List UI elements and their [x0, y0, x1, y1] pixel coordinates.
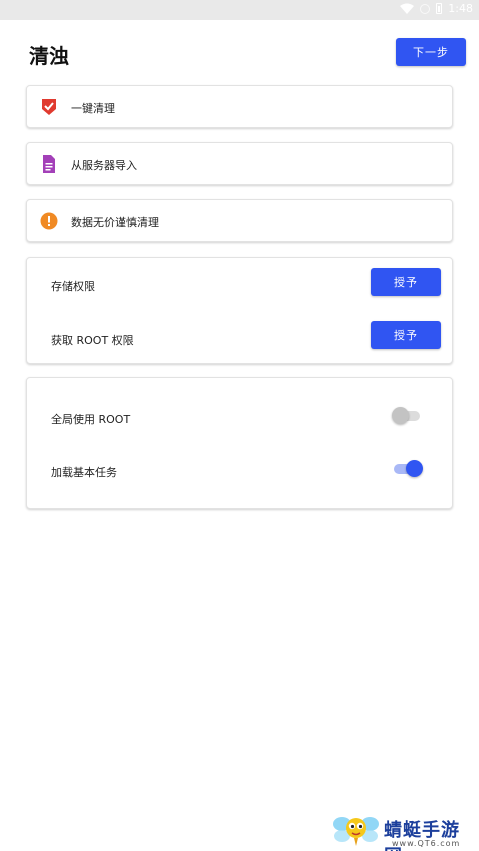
grant-storage-button[interactable]: 授予	[371, 268, 441, 296]
watermark: 蜻蜓手游网 www.QT6.com	[332, 810, 477, 851]
next-step-button[interactable]: 下一步	[396, 38, 466, 66]
permissions-card: 存储权限 授予 获取 ROOT 权限 授予	[26, 257, 453, 364]
dragonfly-logo-icon	[333, 817, 379, 846]
load-basic-tasks-label: 加载基本任务	[51, 466, 117, 479]
battery-icon	[436, 3, 443, 14]
action-label: 数据无价谨慎清理	[71, 216, 159, 229]
warning-icon	[40, 212, 58, 230]
status-bar: 1:48	[0, 0, 479, 20]
root-permission-label: 获取 ROOT 权限	[51, 334, 134, 347]
document-icon	[43, 155, 55, 173]
action-label: 从服务器导入	[71, 159, 137, 172]
switch-thumb	[392, 407, 409, 424]
settings-card: 全局使用 ROOT 加载基本任务	[26, 377, 453, 509]
data-warning-card[interactable]: 数据无价谨慎清理	[26, 199, 453, 242]
shield-check-icon	[42, 99, 56, 115]
storage-permission-label: 存储权限	[51, 280, 95, 293]
import-from-server-card[interactable]: 从服务器导入	[26, 142, 453, 185]
grant-root-button[interactable]: 授予	[371, 321, 441, 349]
one-click-clean-card[interactable]: 一键清理	[26, 85, 453, 128]
action-label: 一键清理	[71, 102, 115, 115]
global-root-label: 全局使用 ROOT	[51, 413, 131, 426]
signal-icon	[420, 3, 431, 14]
global-root-switch[interactable]	[392, 406, 422, 426]
status-time: 1:48	[448, 2, 473, 15]
switch-thumb	[406, 460, 423, 477]
wifi-icon	[400, 3, 415, 14]
page-title: 清浊	[29, 44, 69, 68]
load-basic-tasks-switch[interactable]	[392, 459, 423, 479]
watermark-url: www.QT6.com	[392, 839, 461, 848]
